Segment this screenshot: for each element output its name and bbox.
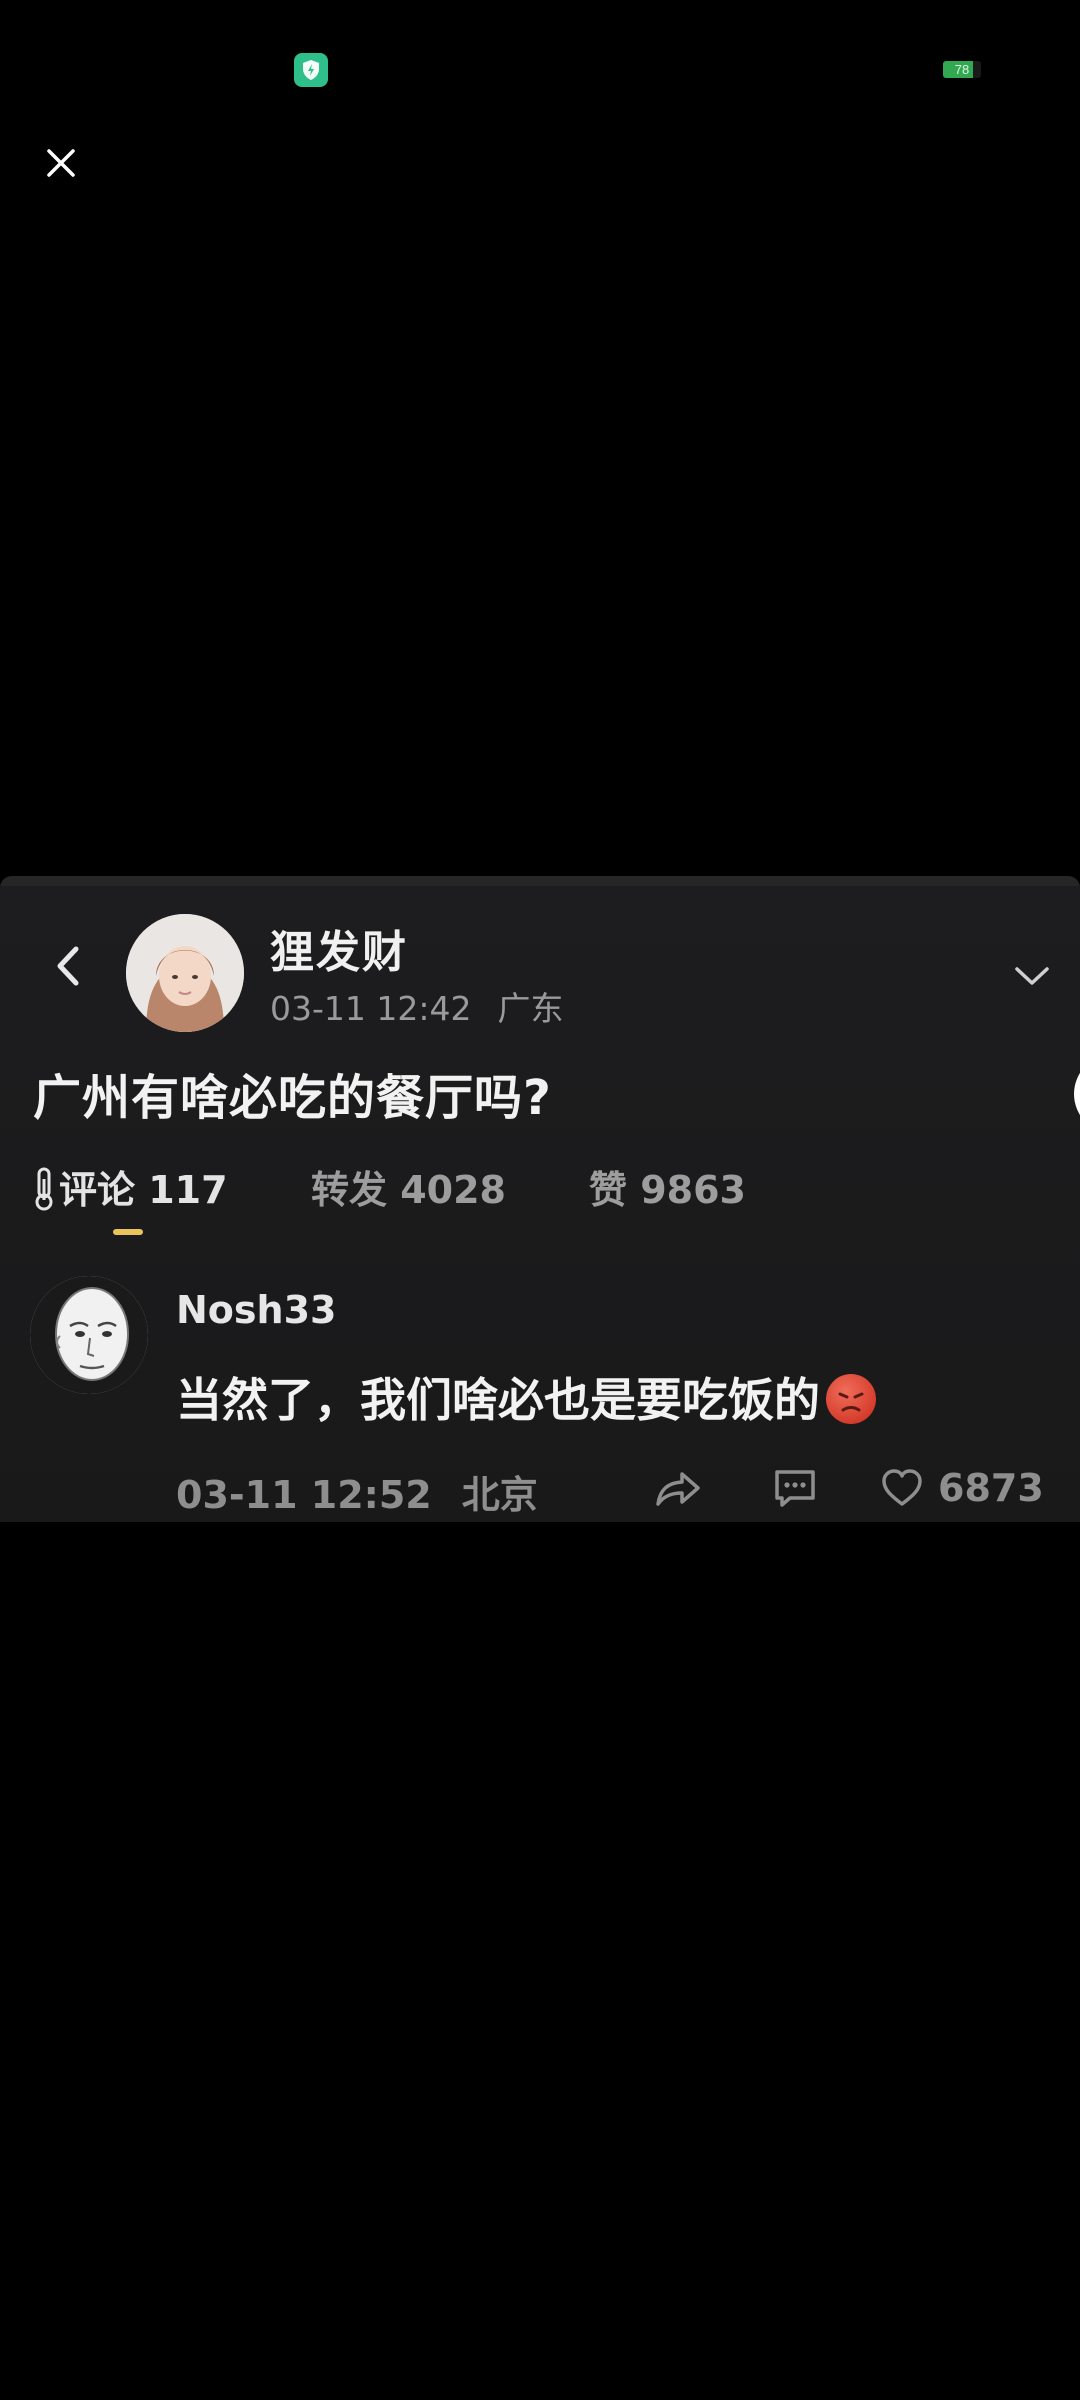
tab-reposts[interactable]: 转发 4028 [311,1162,506,1218]
comment-text-row: 当然了，我们啥必也是要吃饭的 [176,1364,876,1430]
post-meta: 03-11 12:42 广东 [270,982,563,1030]
heart-icon [882,1469,922,1506]
post-tabs: 评论 117 转发 4028 赞 9863 [33,1162,1033,1218]
poster-name[interactable]: 狸发财 [270,916,408,980]
tab-reposts-label: 转发 4028 [311,1168,506,1212]
like-button[interactable]: 6873 [880,1460,1044,1516]
tab-comments[interactable]: 评论 117 [33,1162,228,1218]
shield-icon [294,53,328,87]
tab-likes-label: 赞 9863 [589,1168,746,1212]
comment-meta: 03-11 12:52 北京 [176,1464,538,1519]
expand-button[interactable] [1008,958,1056,994]
close-button[interactable] [38,140,84,186]
commenter-name[interactable]: Nosh33 [176,1288,336,1332]
battery-level: 78 [954,62,970,77]
chevron-left-icon [57,946,79,986]
comment-text: 当然了，我们啥必也是要吃饭的 [176,1373,820,1427]
reply-button[interactable] [772,1460,818,1516]
angry-face-emoji-icon [826,1374,876,1424]
comment-date: 03-11 12:52 [176,1473,432,1517]
close-icon [47,149,75,177]
post-text: 广州有啥必吃的餐厅吗? [33,1070,552,1126]
chevron-down-icon [1015,967,1049,985]
poster-avatar-image [126,914,244,1032]
edge-floating-button[interactable] [1074,1054,1080,1134]
post-location: 广东 [497,989,564,1028]
comment-bubble-icon [775,1470,815,1507]
tab-comments-label: 评论 117 [59,1168,228,1212]
share-button[interactable] [654,1460,702,1516]
battery-icon: 78 [943,61,981,78]
tab-likes[interactable]: 赞 9863 [589,1162,746,1218]
poster-avatar[interactable] [126,914,244,1032]
active-tab-indicator [113,1229,143,1235]
share-icon [656,1472,700,1506]
emoji-face-icon [838,1392,864,1412]
back-button[interactable] [44,936,92,996]
screenshot-top-edge [0,876,1080,886]
thermometer-icon [35,1167,53,1211]
comment-location: 北京 [461,1473,538,1517]
commenter-avatar[interactable] [30,1276,148,1394]
like-count: 6873 [938,1466,1044,1510]
commenter-avatar-image [30,1276,148,1394]
post-screenshot: 狸发财 03-11 12:42 广东 广州有啥必吃的餐厅吗? 评论 117 转发 … [0,876,1080,1522]
post-date: 03-11 12:42 [270,989,472,1028]
